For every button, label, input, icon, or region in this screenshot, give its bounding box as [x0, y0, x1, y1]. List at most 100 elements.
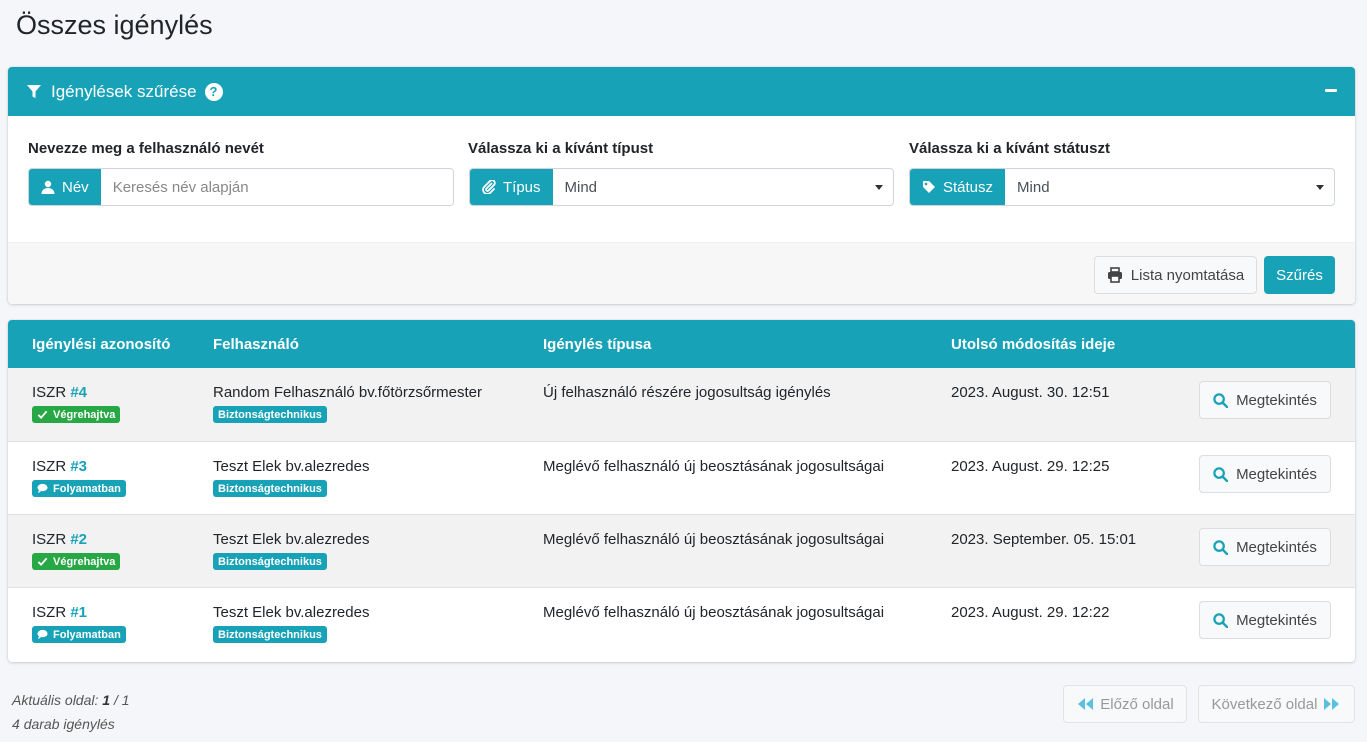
- request-id: ISZR #1: [32, 604, 87, 621]
- name-prefix: Név: [29, 169, 101, 205]
- check-icon: [37, 410, 48, 420]
- user-cell: Teszt Elek bv.alezredes Biztonságtechniku…: [213, 604, 369, 643]
- request-count-label: darab igénylés: [23, 716, 115, 732]
- type-prefix-label: Típus: [503, 178, 541, 196]
- request-type: Meglévő felhasználó új beosztásának jogo…: [543, 531, 885, 548]
- request-prefix: ISZR: [32, 531, 67, 548]
- chevron-down-icon: [875, 184, 883, 190]
- request-id-link[interactable]: #1: [70, 604, 87, 621]
- last-modified: 2023. August. 29. 12:25: [951, 458, 1110, 475]
- user-cell: Teszt Elek bv.alezredes Biztonságtechniku…: [213, 531, 369, 570]
- request-id: ISZR #2: [32, 531, 87, 548]
- filter-submit-button[interactable]: Szűrés: [1264, 256, 1335, 294]
- last-modified: 2023. August. 29. 12:22: [951, 604, 1110, 621]
- next-page-label: Következő oldal: [1211, 695, 1318, 713]
- request-type: Új felhasználó részére jogosultság igény…: [543, 384, 831, 401]
- status-prefix-label: Státusz: [943, 178, 994, 196]
- type-filter-group: Típus Mind: [469, 168, 894, 206]
- status-badge: Végrehajtva: [32, 553, 121, 570]
- column-header-id: Igénylési azonosító: [32, 336, 171, 353]
- view-button[interactable]: Megtekintés: [1199, 455, 1331, 493]
- user-name: Random Felhasználó bv.főtörzsőrmester: [213, 384, 483, 401]
- table-row: ISZR #3 Folyamatban Teszt Elek bv.alezrede…: [8, 441, 1355, 514]
- request-id-cell: ISZR #3 Folyamatban: [32, 458, 126, 497]
- request-id-cell: ISZR #2 Végrehajtva: [32, 531, 121, 570]
- view-button[interactable]: Megtekintés: [1199, 601, 1331, 639]
- type-select-value: Mind: [564, 178, 598, 196]
- role-badge: Biztonságtechnikus: [213, 406, 327, 423]
- request-id-cell: ISZR #1 Folyamatban: [32, 604, 126, 643]
- request-id: ISZR #4: [32, 384, 87, 401]
- search-icon: [1213, 612, 1229, 628]
- role-badge: Biztonságtechnikus: [213, 553, 327, 570]
- request-id-link[interactable]: #4: [70, 384, 87, 401]
- type-filter-label: Válassza ki a kívánt típust: [468, 140, 654, 157]
- current-page-label: Aktuális oldal:: [12, 692, 99, 708]
- status-badge-label: Folyamatban: [53, 628, 121, 641]
- request-id: ISZR #3: [32, 458, 87, 475]
- double-chevron-right-icon: [1324, 698, 1340, 710]
- chevron-down-icon: [1316, 184, 1324, 190]
- help-icon[interactable]: ?: [204, 82, 223, 101]
- request-prefix: ISZR: [32, 384, 67, 401]
- type-select[interactable]: Mind: [553, 169, 893, 205]
- search-icon: [1213, 392, 1229, 408]
- current-page-line: Aktuális oldal: 1 / 1: [12, 688, 130, 712]
- current-page-number: 1: [102, 692, 111, 708]
- request-id-link[interactable]: #3: [70, 458, 87, 475]
- previous-page-label: Előző oldal: [1100, 695, 1174, 713]
- status-badge: Folyamatban: [32, 480, 126, 497]
- view-button-label: Megtekintés: [1236, 465, 1317, 483]
- name-search-input[interactable]: [100, 169, 453, 205]
- status-badge: Folyamatban: [32, 626, 126, 643]
- user-icon: [41, 180, 55, 194]
- request-id-link[interactable]: #2: [70, 531, 87, 548]
- filter-body: Nevezze meg a felhasználó nevét Név Vála…: [8, 116, 1355, 242]
- printer-icon: [1107, 267, 1122, 283]
- page-separator: /: [113, 692, 118, 708]
- requests-table: Igénylési azonosító Felhasználó Igénylés…: [8, 320, 1355, 662]
- comment-icon: [37, 629, 48, 640]
- user-name: Teszt Elek bv.alezredes: [213, 458, 370, 475]
- column-header-type: Igénylés típusa: [543, 336, 652, 353]
- previous-page-button[interactable]: Előző oldal: [1063, 685, 1187, 723]
- user-name: Teszt Elek bv.alezredes: [213, 604, 370, 621]
- type-prefix: Típus: [470, 169, 553, 205]
- user-cell: Random Felhasználó bv.főtörzsőrmester Biz…: [213, 384, 482, 423]
- search-icon: [1213, 539, 1229, 555]
- table-row: ISZR #4 Végrehajtva Random Felhasználó bv.…: [8, 368, 1355, 441]
- view-button-label: Megtekintés: [1236, 391, 1317, 409]
- tag-icon: [923, 181, 935, 193]
- request-type: Meglévő felhasználó új beosztásának jogo…: [543, 604, 885, 621]
- request-prefix: ISZR: [32, 458, 67, 475]
- request-id-cell: ISZR #4 Végrehajtva: [32, 384, 121, 423]
- print-list-label: Lista nyomtatása: [1130, 266, 1245, 284]
- total-pages: 1: [121, 692, 130, 708]
- name-filter-group: Név: [28, 168, 454, 206]
- double-chevron-left-icon: [1078, 698, 1094, 710]
- last-modified: 2023. September. 05. 15:01: [951, 531, 1137, 548]
- table-row: ISZR #1 Folyamatban Teszt Elek bv.alezrede…: [8, 587, 1355, 660]
- status-prefix: Státusz: [910, 169, 1006, 205]
- view-button-label: Megtekintés: [1236, 611, 1317, 629]
- check-icon: [37, 557, 48, 567]
- column-header-modified: Utolsó módosítás ideje: [951, 336, 1116, 353]
- status-select[interactable]: Mind: [1005, 169, 1334, 205]
- next-page-button[interactable]: Következő oldal: [1198, 685, 1355, 723]
- user-name: Teszt Elek bv.alezredes: [213, 531, 370, 548]
- collapse-button[interactable]: [1325, 89, 1337, 92]
- status-filter-label: Válassza ki a kívánt státuszt: [909, 140, 1110, 157]
- view-button[interactable]: Megtekintés: [1199, 381, 1331, 419]
- user-cell: Teszt Elek bv.alezredes Biztonságtechniku…: [213, 458, 369, 497]
- status-badge-label: Végrehajtva: [53, 408, 116, 421]
- request-count: 4: [12, 716, 20, 732]
- view-button-label: Megtekintés: [1236, 538, 1317, 556]
- role-badge: Biztonságtechnikus: [213, 480, 327, 497]
- view-button[interactable]: Megtekintés: [1199, 528, 1331, 566]
- table-header: Igénylési azonosító Felhasználó Igénylés…: [8, 320, 1355, 368]
- filter-card: Igénylések szűrése ? Nevezze meg a felha…: [8, 67, 1355, 304]
- role-badge: Biztonságtechnikus: [213, 626, 327, 643]
- print-list-button[interactable]: Lista nyomtatása: [1094, 256, 1257, 294]
- count-line: 4 darab igénylés: [12, 712, 130, 736]
- status-badge-label: Folyamatban: [53, 482, 121, 495]
